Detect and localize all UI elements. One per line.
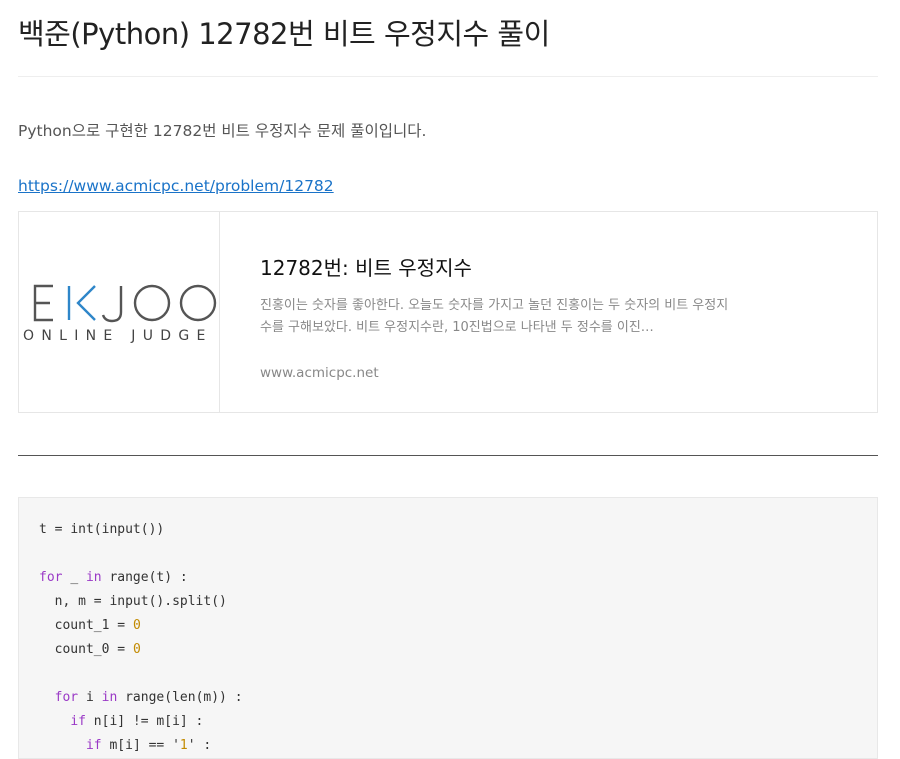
intro-text: Python으로 구현한 12782번 비트 우정지수 문제 풀이입니다. xyxy=(18,122,427,140)
card-body: 12782번: 비트 우정지수 진홍이는 숫자를 좋아한다. 오늘도 숫자를 가… xyxy=(220,212,877,412)
baekjoon-logo-icon xyxy=(33,284,217,323)
code-block: t = int(input()) for _ in range(t) : n, … xyxy=(18,497,878,759)
card-thumbnail: ONLINE JUDGE xyxy=(19,212,220,412)
card-description: 진홍이는 숫자를 좋아한다. 오늘도 숫자를 가지고 놀던 진홍이는 두 숫자의… xyxy=(260,298,729,335)
code-line: for _ in range(t) : xyxy=(39,570,188,585)
link-preview-card[interactable]: ONLINE JUDGE 12782번: 비트 우정지수 진홍이는 숫자를 좋아… xyxy=(18,211,878,413)
logo-subtitle: ONLINE JUDGE xyxy=(23,328,213,344)
problem-link[interactable]: https://www.acmicpc.net/problem/12782 xyxy=(18,177,334,195)
code-line: if n[i] != m[i] : xyxy=(70,714,204,729)
code-line: for i in range(len(m)) : xyxy=(54,690,243,705)
card-title[interactable]: 12782번: 비트 우정지수 xyxy=(260,252,472,281)
code-line: t = int(input()) xyxy=(39,522,165,537)
code-line: count_0 = 0 xyxy=(54,642,141,657)
code-line: n, m = input().split() xyxy=(54,594,227,609)
code-line: if m[i] == '1' : xyxy=(85,738,212,753)
code-content: t = int(input()) for _ in range(t) : n, … xyxy=(19,498,877,758)
code-line: count_1 = 0 xyxy=(54,618,141,633)
section-divider xyxy=(18,455,878,456)
title-divider xyxy=(18,76,878,77)
page-title: 백준(Python) 12782번 비트 우정지수 풀이 xyxy=(18,17,550,51)
card-domain: www.acmicpc.net xyxy=(260,365,379,381)
